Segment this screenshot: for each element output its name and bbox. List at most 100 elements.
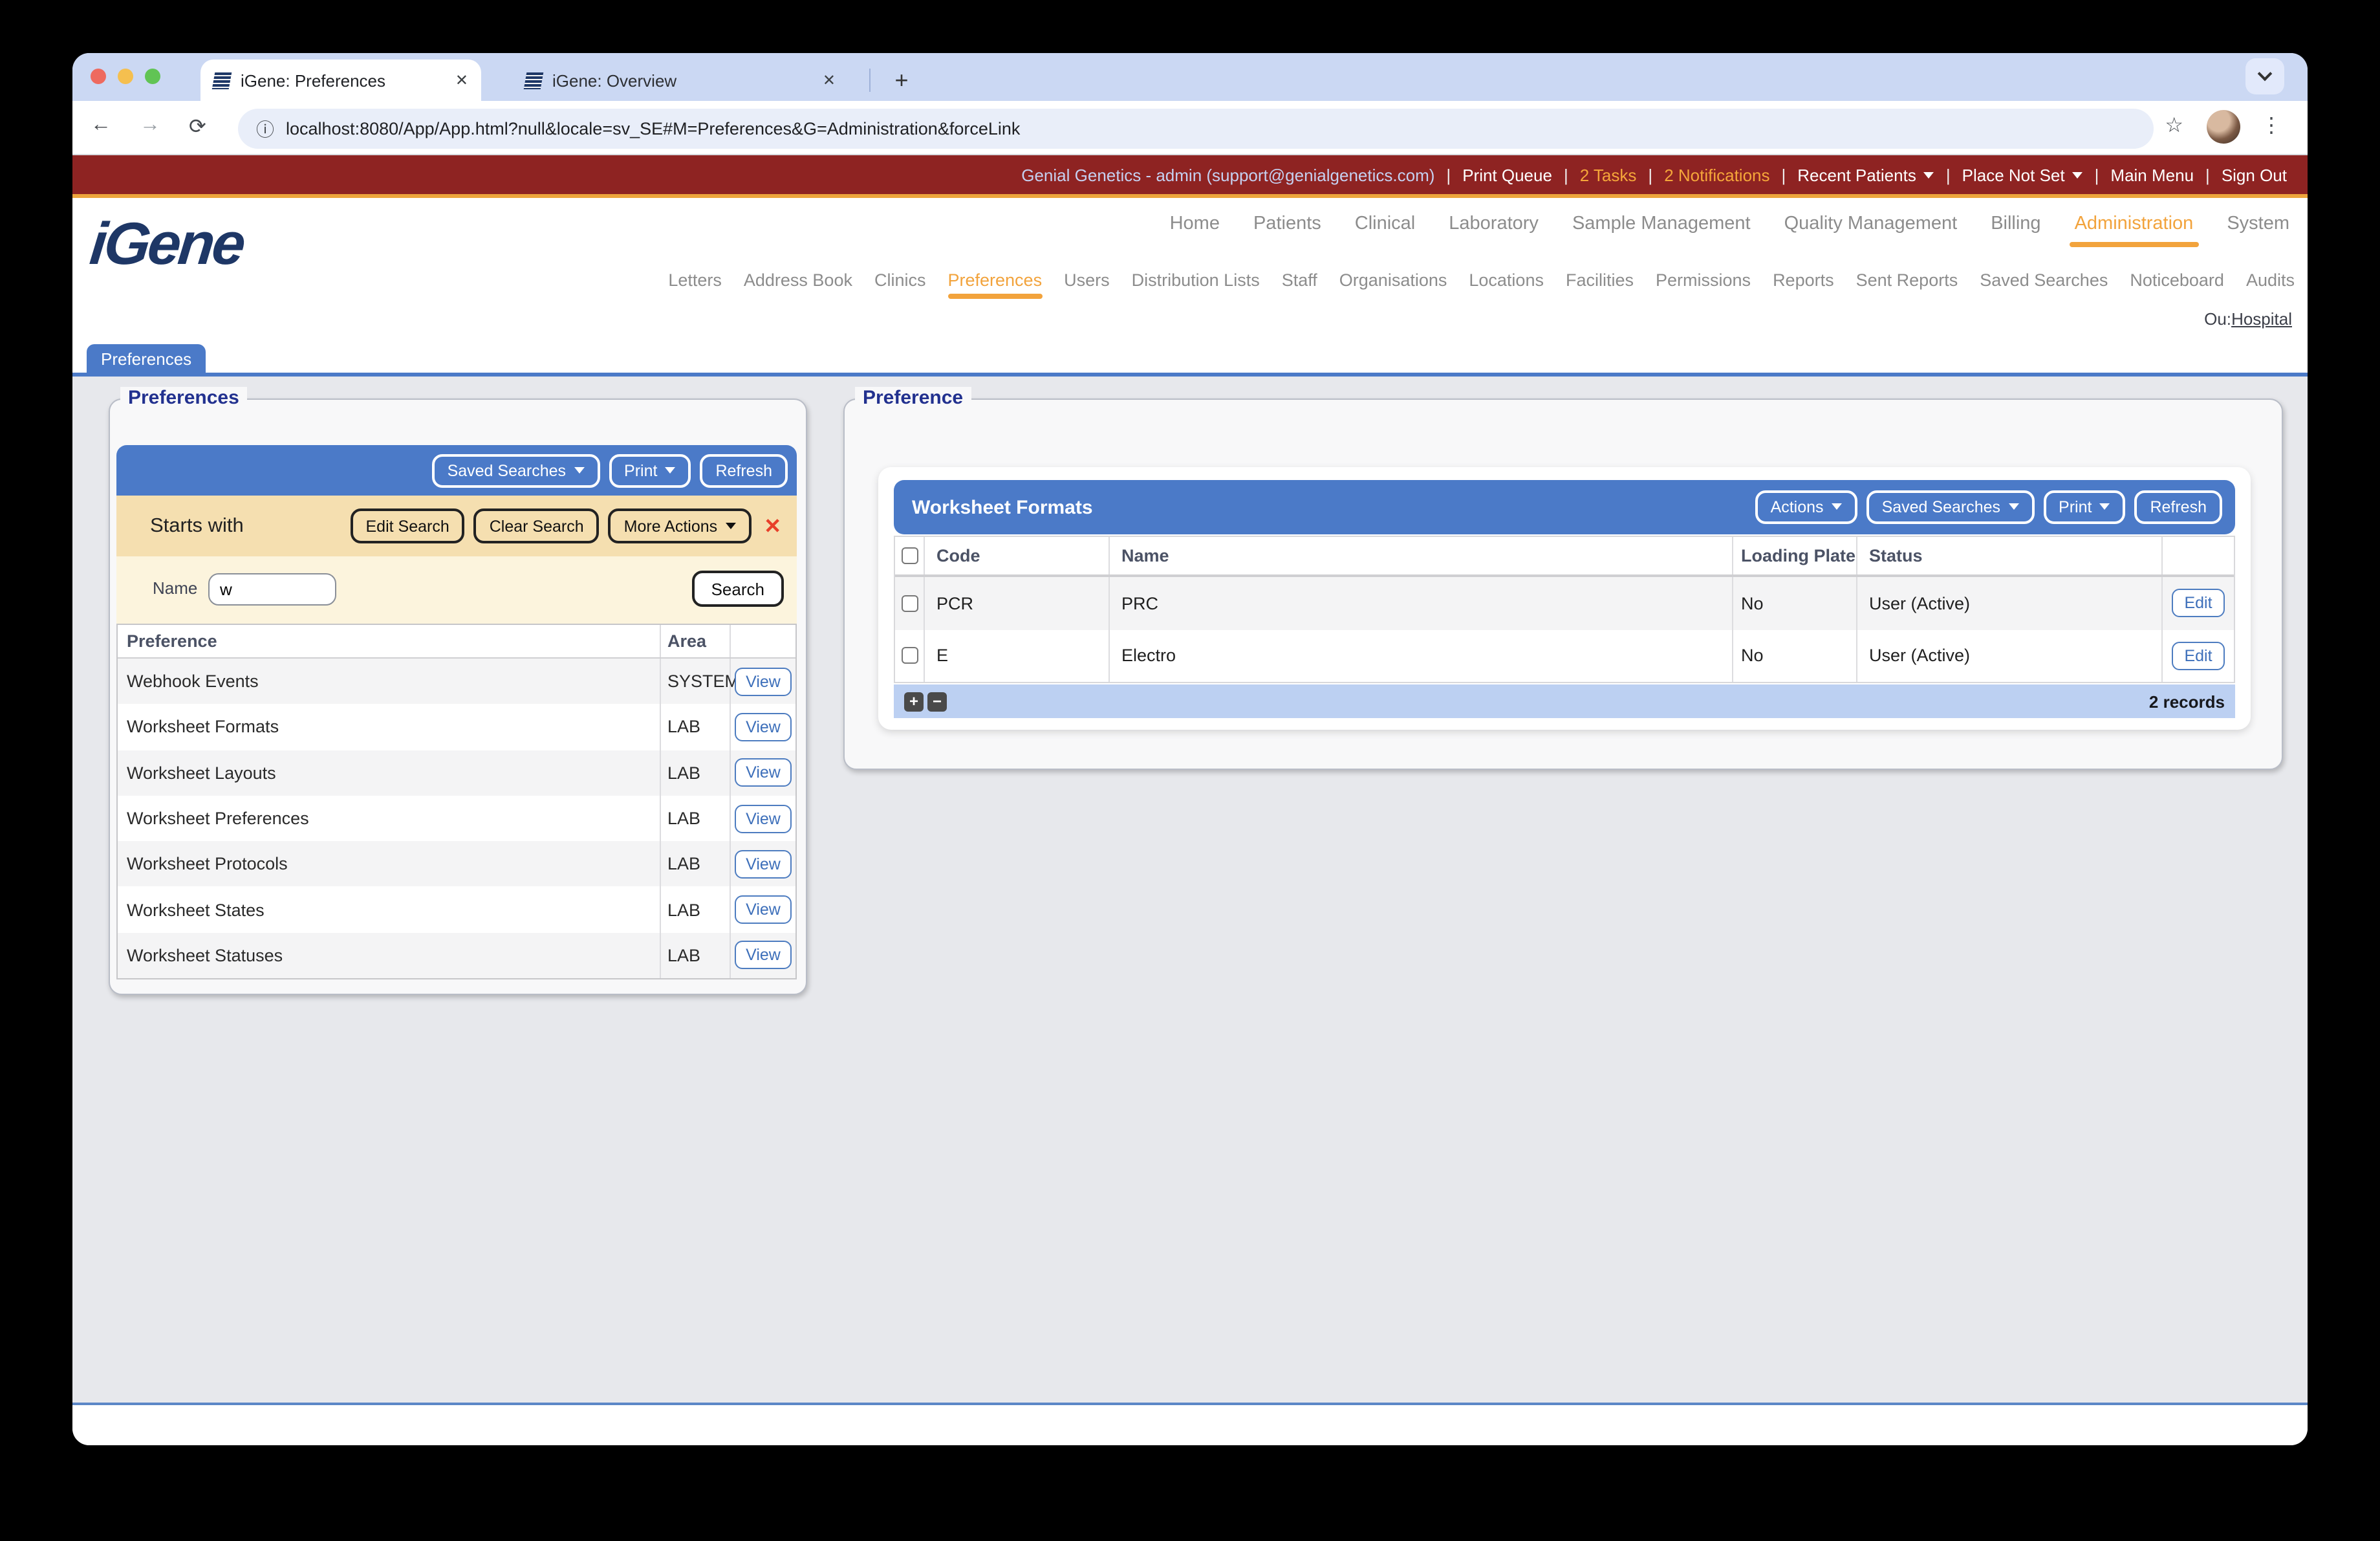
actions-button[interactable]: Actions [1755,490,1857,524]
subnav-sent-reports[interactable]: Sent Reports [1856,270,1958,290]
screenshot-stage: iGene: Preferences ✕ iGene: Overview ✕ +… [0,0,2380,1541]
header-name: Name [1110,537,1733,574]
main-nav: Home Patients Clinical Laboratory Sample… [1170,213,2289,247]
worksheet-formats-card: Worksheet Formats Actions Saved Searches… [878,467,2251,730]
select-all-checkbox[interactable] [901,547,918,564]
view-button[interactable]: View [734,941,792,970]
nav-sample-management[interactable]: Sample Management [1572,213,1751,234]
new-tab-button[interactable]: + [885,63,918,97]
table-header-row: Code Name Loading Plate Status [895,537,2234,577]
search-button[interactable]: Search [691,571,784,607]
nav-patients[interactable]: Patients [1253,213,1321,234]
address-bar[interactable]: ⓘ localhost:8080/App/App.html?null&local… [238,109,2154,149]
browser-menu-icon[interactable]: ⋮ [2261,113,2282,138]
close-tab-icon[interactable]: ✕ [823,71,836,89]
nav-quality-management[interactable]: Quality Management [1784,213,1958,234]
main-menu-link[interactable]: Main Menu [2110,165,2194,184]
subnav-facilities[interactable]: Facilities [1566,270,1634,290]
back-button[interactable]: ← [91,114,111,137]
nav-clinical[interactable]: Clinical [1355,213,1416,234]
subnav-staff[interactable]: Staff [1282,270,1317,290]
view-button[interactable]: View [734,895,792,924]
sign-out-link[interactable]: Sign Out [2222,165,2287,184]
edit-button[interactable]: Edit [2171,641,2225,670]
tab-divider [869,69,871,92]
subnav-organisations[interactable]: Organisations [1339,270,1447,290]
ou-hospital-link[interactable]: Hospital [2231,309,2292,329]
macos-traffic-lights [91,69,160,84]
subnav-saved-searches[interactable]: Saved Searches [1980,270,2108,290]
nav-administration[interactable]: Administration [2069,213,2199,247]
view-button[interactable]: View [734,758,792,787]
saved-searches-button[interactable]: Saved Searches [1866,490,2035,524]
subnav-preferences[interactable]: Preferences [947,270,1042,299]
header-code: Code [925,537,1110,574]
close-tab-icon[interactable]: ✕ [455,71,468,89]
subnav-address-book[interactable]: Address Book [744,270,852,290]
header-status: Status [1857,537,2163,574]
profile-avatar[interactable] [2207,110,2240,144]
subnav-permissions[interactable]: Permissions [1656,270,1751,290]
app-topbar: Genial Genetics - admin (support@genialg… [72,155,2308,194]
name-cell: PRC [1110,577,1733,629]
caret-down-icon [2099,503,2110,510]
refresh-button[interactable]: Refresh [700,454,788,487]
view-button[interactable]: View [734,667,792,696]
bookmark-star-icon[interactable]: ☆ [2165,113,2183,138]
caret-down-icon [1831,503,1842,510]
print-queue-link[interactable]: Print Queue [1462,165,1552,184]
nav-system[interactable]: System [2227,213,2289,234]
subnav-locations[interactable]: Locations [1469,270,1544,290]
zoom-window-button[interactable] [145,69,160,84]
subnav-distribution-lists[interactable]: Distribution Lists [1132,270,1260,290]
card-title: Worksheet Formats [912,496,1093,518]
view-button[interactable]: View [734,804,792,833]
tasks-link[interactable]: 2 Tasks [1580,165,1637,184]
forward-button[interactable]: → [140,114,160,137]
tab-search-button[interactable] [2245,58,2284,94]
place-dropdown[interactable]: Place Not Set [1962,165,2083,184]
clear-search-button[interactable]: Clear Search [473,508,600,543]
subnav-audits[interactable]: Audits [2246,270,2295,290]
site-info-icon[interactable]: ⓘ [256,116,274,142]
row-checkbox[interactable] [901,595,918,612]
refresh-button[interactable]: Refresh [2134,490,2222,524]
page-tab-preferences[interactable]: Preferences [87,344,206,373]
loading-plate-cell: No [1733,629,1857,682]
separator: | [2205,165,2210,184]
minimize-window-button[interactable] [118,69,133,84]
notifications-link[interactable]: 2 Notifications [1664,165,1769,184]
name-input[interactable] [208,573,336,606]
print-button[interactable]: Print [609,454,691,487]
table-header-row: Preference Area [118,625,795,659]
browser-tab-preferences[interactable]: iGene: Preferences ✕ [200,60,481,101]
more-actions-button[interactable]: More Actions [608,508,752,543]
row-checkbox[interactable] [901,647,918,664]
subnav-clinics[interactable]: Clinics [874,270,926,290]
reload-button[interactable]: ⟳ [189,114,206,140]
remove-row-button[interactable]: − [927,692,947,711]
nav-home[interactable]: Home [1170,213,1220,234]
subnav-letters[interactable]: Letters [668,270,722,290]
view-button[interactable]: View [734,849,792,879]
print-button[interactable]: Print [2043,490,2126,524]
close-window-button[interactable] [91,69,106,84]
view-button[interactable]: View [734,712,792,741]
code-cell: PCR [925,577,1110,629]
account-link[interactable]: Genial Genetics - admin (support@genialg… [1021,165,1434,184]
close-search-icon[interactable]: ✕ [764,513,781,539]
subnav-noticeboard[interactable]: Noticeboard [2130,270,2224,290]
url-text: localhost:8080/App/App.html?null&locale=… [286,119,1021,138]
nav-laboratory[interactable]: Laboratory [1449,213,1539,234]
edit-button[interactable]: Edit [2171,589,2225,618]
edit-search-button[interactable]: Edit Search [350,508,465,543]
nav-billing[interactable]: Billing [1991,213,2040,234]
subnav-reports[interactable]: Reports [1773,270,1834,290]
browser-tab-overview[interactable]: iGene: Overview ✕ [512,60,849,101]
add-row-button[interactable]: + [904,692,924,711]
subnav-users[interactable]: Users [1064,270,1110,290]
preferences-toolbar: Saved Searches Print Refresh [116,445,797,496]
chevron-down-icon [2257,66,2273,82]
recent-patients-dropdown[interactable]: Recent Patients [1797,165,1934,184]
saved-searches-button[interactable]: Saved Searches [431,454,600,487]
